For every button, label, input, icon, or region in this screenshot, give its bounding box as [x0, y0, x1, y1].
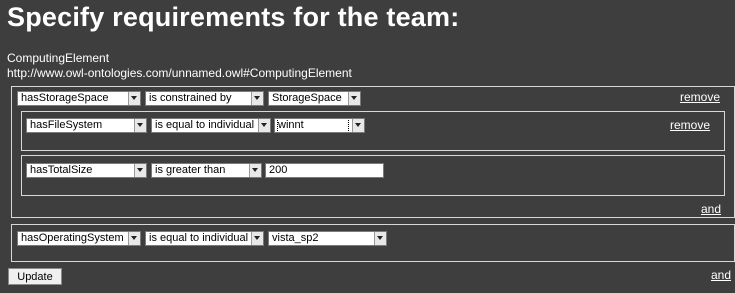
select-value: vista_sp2	[272, 232, 319, 244]
chevron-down-icon	[258, 119, 270, 132]
class-uri: http://www.owl-ontologies.com/unnamed.ow…	[7, 66, 352, 80]
chevron-down-icon	[128, 232, 140, 245]
select-value: winnt	[277, 119, 349, 132]
value-select[interactable]: vista_sp2	[268, 231, 387, 246]
chevron-down-icon	[348, 92, 360, 105]
chevron-down-icon	[134, 119, 146, 132]
and-link[interactable]: and	[701, 202, 721, 216]
value-select[interactable]: winnt	[274, 118, 365, 133]
operator-select[interactable]: is greater than	[151, 163, 262, 178]
chevron-down-icon	[134, 164, 146, 177]
chevron-down-icon	[251, 232, 263, 245]
select-value: hasOperatingSystem	[21, 232, 124, 244]
property-select[interactable]: hasFileSystem	[26, 118, 147, 133]
select-value: is constrained by	[149, 92, 232, 104]
operator-select[interactable]: is constrained by	[145, 91, 264, 106]
select-value: hasStorageSpace	[21, 92, 109, 104]
select-value: StorageSpace	[272, 92, 342, 104]
remove-link[interactable]: remove	[670, 118, 710, 132]
update-button[interactable]: Update	[8, 268, 62, 285]
class-name: ComputingElement	[7, 51, 110, 65]
page-title: Specify requirements for the team:	[7, 2, 460, 32]
input-value: 200	[269, 164, 288, 176]
select-value: is equal to individual	[155, 119, 255, 131]
select-value: is equal to individual	[149, 232, 249, 244]
value-select[interactable]: StorageSpace	[268, 91, 361, 106]
chevron-down-icon	[374, 232, 386, 245]
operator-select[interactable]: is equal to individual	[151, 118, 271, 133]
property-select[interactable]: hasTotalSize	[26, 163, 147, 178]
chevron-down-icon	[249, 164, 261, 177]
select-value: hasTotalSize	[30, 164, 93, 176]
operator-select[interactable]: is equal to individual	[145, 231, 264, 246]
property-select[interactable]: hasStorageSpace	[17, 91, 141, 106]
select-value: hasFileSystem	[30, 119, 103, 131]
value-input[interactable]: 200	[265, 163, 384, 178]
and-link[interactable]: and	[711, 268, 731, 282]
remove-link[interactable]: remove	[680, 90, 720, 104]
chevron-down-icon	[128, 92, 140, 105]
chevron-down-icon	[352, 119, 364, 132]
select-value: is greater than	[155, 164, 226, 176]
chevron-down-icon	[251, 92, 263, 105]
property-select[interactable]: hasOperatingSystem	[17, 231, 141, 246]
